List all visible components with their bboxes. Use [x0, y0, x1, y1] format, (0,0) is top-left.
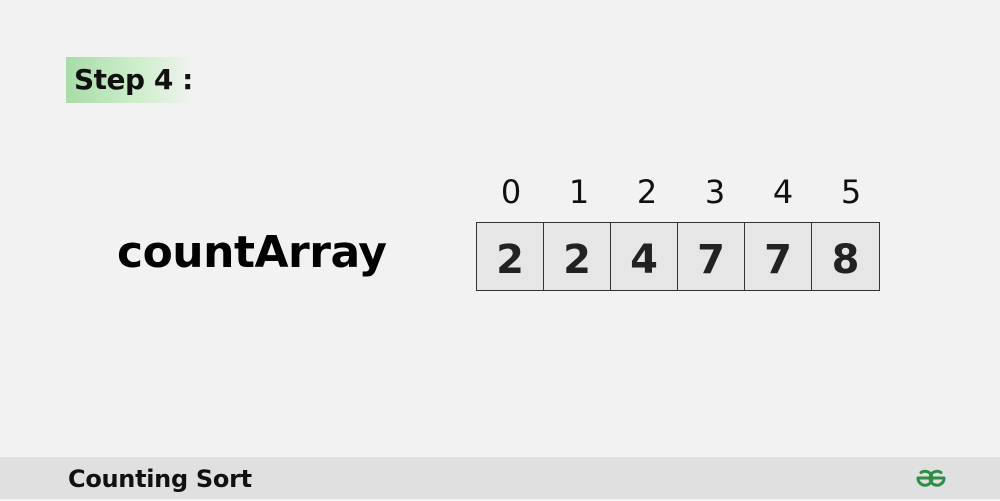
- array-cell: 4: [611, 223, 678, 290]
- array-index: 2: [636, 173, 658, 211]
- array-cell: 7: [678, 223, 745, 290]
- footer-bar: Counting Sort: [0, 457, 1000, 499]
- array-cell: 2: [477, 223, 544, 290]
- array-cell: 7: [745, 223, 812, 290]
- footer-title: Counting Sort: [68, 465, 252, 493]
- array-index: 5: [840, 173, 862, 211]
- array-index: 4: [772, 173, 794, 211]
- array-index: 0: [500, 173, 522, 211]
- step-label: Step 4 :: [74, 63, 193, 96]
- array-name-label: countArray: [117, 227, 387, 278]
- array-cell: 8: [812, 223, 879, 290]
- array-indices: 0 1 2 3 4 5: [477, 170, 885, 214]
- array-index: 3: [704, 173, 726, 211]
- gfg-logo-icon: [916, 469, 946, 487]
- array-cell: 2: [544, 223, 611, 290]
- array-index: 1: [568, 173, 590, 211]
- count-array-cells: 2 2 4 7 7 8: [476, 222, 880, 291]
